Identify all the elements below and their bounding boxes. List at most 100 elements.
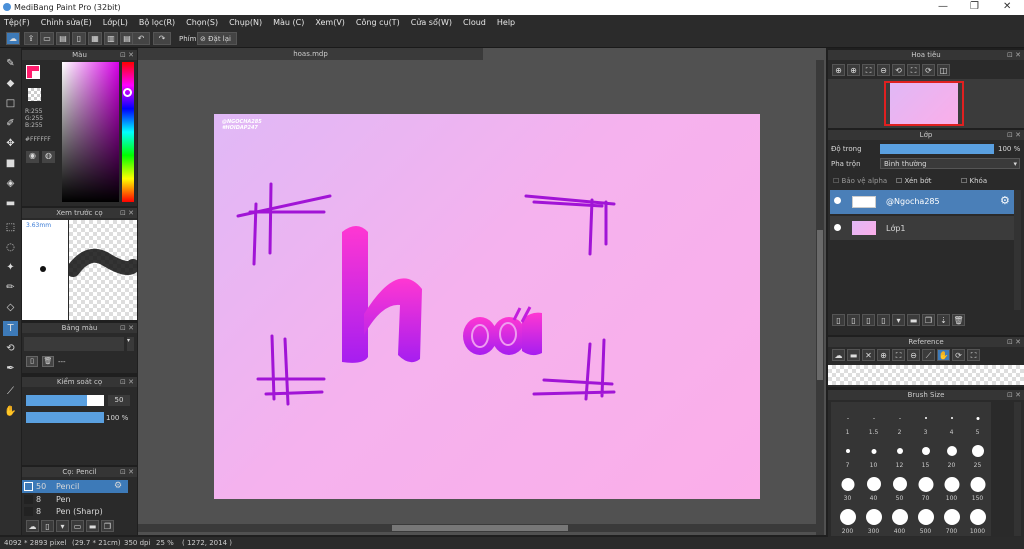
brush-size-cell[interactable]: 70 <box>913 472 938 502</box>
brush-size-cell[interactable]: 20 <box>939 439 964 469</box>
hand-tool-icon[interactable]: ✋ <box>3 404 18 419</box>
menu-tools[interactable]: Công cụ(T) <box>356 18 400 27</box>
new-layer-icon[interactable]: ▯ <box>832 314 845 326</box>
brush-size-cell[interactable]: 150 <box>965 472 990 502</box>
text-tool-icon[interactable]: T <box>3 321 18 336</box>
menu-select[interactable]: Chọn(S) <box>186 18 218 27</box>
menu-help[interactable]: Help <box>497 18 515 27</box>
transparent-color-swatch[interactable] <box>28 88 41 101</box>
brush-size-cell[interactable]: 2 <box>887 406 912 436</box>
divide-tool-icon[interactable]: ⟲ <box>3 341 18 356</box>
fit-icon[interactable]: ⛶ <box>907 64 920 76</box>
eyedropper-icon[interactable]: ⟋ <box>922 349 935 361</box>
fit-icon[interactable]: ⛶ <box>967 349 980 361</box>
brush-size-cell[interactable]: 300 <box>861 505 886 535</box>
add-brush-icon[interactable]: ▯ <box>41 520 54 532</box>
menu-filter[interactable]: Bộ lọc(R) <box>139 18 175 27</box>
panel-close-icon[interactable]: ⊡ ✕ <box>1007 130 1021 140</box>
move-tool-icon[interactable]: ✥ <box>3 136 18 151</box>
pen-tool-icon[interactable]: ✐ <box>3 116 18 131</box>
select-pen-icon[interactable]: ✏ <box>3 280 18 295</box>
background-color-swatch[interactable] <box>32 71 40 79</box>
eraser-tool-icon[interactable]: ◆ <box>3 76 18 91</box>
delete-layer-icon[interactable]: 🗑 <box>952 314 965 326</box>
gradient-tool-icon[interactable]: ▬ <box>3 196 18 211</box>
vertical-scrollbar[interactable] <box>816 60 824 535</box>
magic-wand-icon[interactable]: ✦ <box>3 260 18 275</box>
rotate-left-icon[interactable]: ⟲ <box>892 64 905 76</box>
panel-close-icon[interactable]: ⊡ ✕ <box>120 323 134 333</box>
chat-icon[interactable]: ▭ <box>40 32 54 45</box>
brush-size-cell[interactable]: 400 <box>887 505 912 535</box>
rotate-icon[interactable]: ⟳ <box>952 349 965 361</box>
comment-icon[interactable]: ▤ <box>56 32 70 45</box>
copy-brush-icon[interactable]: ▭ <box>71 520 84 532</box>
horizontal-scrollbar[interactable] <box>138 524 816 532</box>
gear-icon[interactable]: ⚙ <box>1000 194 1010 207</box>
cloud-brush-icon[interactable]: ☁ <box>26 520 39 532</box>
brush-size-cell[interactable]: 10 <box>861 439 886 469</box>
brush-size-cell[interactable]: 12 <box>887 439 912 469</box>
panel-close-icon[interactable]: ⊡ ✕ <box>1007 50 1021 60</box>
brush-item-pencil[interactable]: 50 Pencil ⚙ <box>22 480 128 493</box>
saturation-value-picker[interactable] <box>62 62 119 202</box>
brush-size-cell[interactable]: 100 <box>939 472 964 502</box>
brush-size-cell[interactable]: 1 <box>835 406 860 436</box>
brush-opacity-slider[interactable] <box>26 412 104 423</box>
visibility-icon[interactable] <box>834 224 841 231</box>
brush-size-cell[interactable]: 30 <box>835 472 860 502</box>
panel-close-icon[interactable]: ⊡ ✕ <box>1007 390 1021 400</box>
layer-opacity-value[interactable]: 100 % <box>998 145 1020 153</box>
panel-close-icon[interactable]: ⊡ ✕ <box>1007 337 1021 347</box>
zoom-fit-icon[interactable]: ⊕ <box>832 64 845 76</box>
grid-icon[interactable]: ▦ <box>88 32 102 45</box>
protect-alpha-checkbox[interactable]: ☐ Bảo vệ alpha <box>833 177 887 185</box>
menu-window[interactable]: Cửa sổ(W) <box>411 18 452 27</box>
palette-delete-icon[interactable]: 🗑 <box>42 356 54 367</box>
brush-tool-icon[interactable]: ✎ <box>3 56 18 71</box>
open-folder-icon[interactable]: ▬ <box>847 349 860 361</box>
eyedropper-icon[interactable]: ⟋ <box>3 384 18 399</box>
undo-icon[interactable]: ↶ <box>132 32 150 45</box>
folder-icon[interactable]: ▬ <box>86 520 99 532</box>
brush-size-cell[interactable]: 25 <box>965 439 990 469</box>
layer-row[interactable]: Lớp1 <box>830 216 1014 240</box>
brush-size-cell[interactable]: 1000 <box>965 505 990 535</box>
brush-size-cell[interactable]: 40 <box>861 472 886 502</box>
panel-close-icon[interactable]: ⊡ ✕ <box>120 208 134 218</box>
folder-icon[interactable]: ▬ <box>907 314 920 326</box>
palette-selector[interactable] <box>24 337 124 351</box>
menu-edit[interactable]: Chỉnh sửa(E) <box>41 18 92 27</box>
brush-size-cell[interactable]: 4 <box>939 406 964 436</box>
brush-size-cell[interactable]: 1.5 <box>861 406 886 436</box>
menu-snap[interactable]: Chụp(N) <box>229 18 262 27</box>
panel-close-icon[interactable]: ⊡ ✕ <box>120 377 134 387</box>
flip-icon[interactable]: ◫ <box>937 64 950 76</box>
duplicate-icon[interactable]: ❐ <box>101 520 114 532</box>
zoom-out-icon[interactable]: ⊖ <box>877 64 890 76</box>
menu-color[interactable]: Màu (C) <box>273 18 304 27</box>
fit-screen-icon[interactable]: ⛶ <box>892 349 905 361</box>
panel-close-icon[interactable]: ⊡ ✕ <box>120 50 134 60</box>
color-picker-icon[interactable]: ◍ <box>42 151 55 163</box>
clipping-checkbox[interactable]: ☐ Xén bớt <box>896 177 931 185</box>
hand-icon[interactable]: ✋ <box>937 349 950 361</box>
brush-item-pen-sharp[interactable]: 8 Pen (Sharp) <box>22 506 128 518</box>
palette-add-icon[interactable]: ▯ <box>26 356 38 367</box>
new-8bit-layer-icon[interactable]: ▯ <box>862 314 875 326</box>
lock-checkbox[interactable]: ☐ Khóa <box>961 177 987 185</box>
zoom-out-icon[interactable]: ⊖ <box>907 349 920 361</box>
brush-opacity-value[interactable]: 100 % <box>106 414 128 422</box>
fill-rect-tool-icon[interactable]: ■ <box>3 156 18 171</box>
layer-scrollbar[interactable] <box>1014 190 1021 310</box>
brush-size-value[interactable]: 50 <box>108 395 130 406</box>
document-canvas[interactable]: @NGOCHA285 #HOIDAP247 <box>214 114 760 499</box>
merge-layer-icon[interactable]: ⇣ <box>937 314 950 326</box>
hue-slider[interactable] <box>122 62 134 202</box>
menu-view[interactable]: Xem(V) <box>315 18 345 27</box>
close-button[interactable]: ✕ <box>1003 1 1011 12</box>
select-eraser-icon[interactable]: ◇ <box>3 300 18 315</box>
visibility-icon[interactable] <box>834 197 841 204</box>
panel-close-icon[interactable]: ⊡ ✕ <box>120 467 134 477</box>
cloud-icon[interactable]: ☁ <box>832 349 845 361</box>
